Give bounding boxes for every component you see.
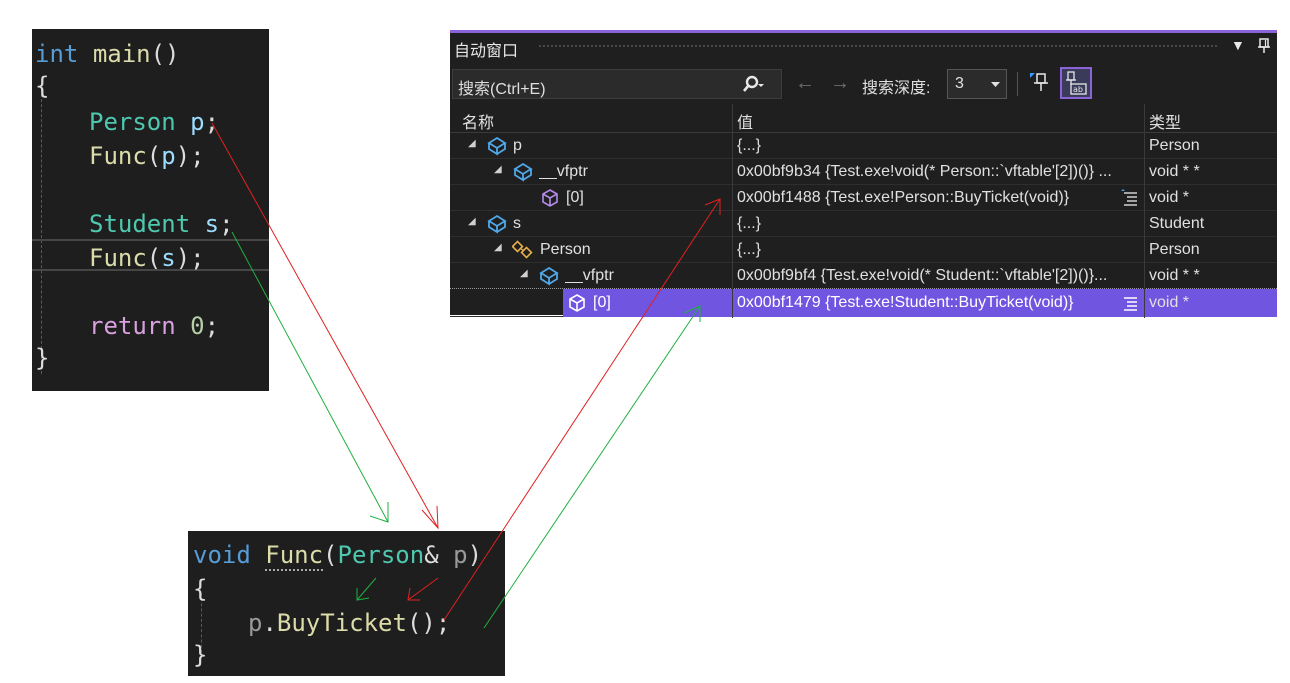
green-arrow-head bbox=[683, 305, 701, 322]
red-arrow-line bbox=[407, 577, 439, 601]
green-arrow-line bbox=[483, 305, 701, 629]
red-arrow-line bbox=[443, 198, 721, 621]
red-arrow-head bbox=[421, 505, 439, 530]
green-arrow-line bbox=[356, 577, 377, 601]
annotation-arrows bbox=[211, 122, 721, 629]
red-arrow-line bbox=[211, 122, 439, 529]
red-arrow-head bbox=[704, 198, 721, 215]
green-arrow-line bbox=[231, 231, 389, 523]
